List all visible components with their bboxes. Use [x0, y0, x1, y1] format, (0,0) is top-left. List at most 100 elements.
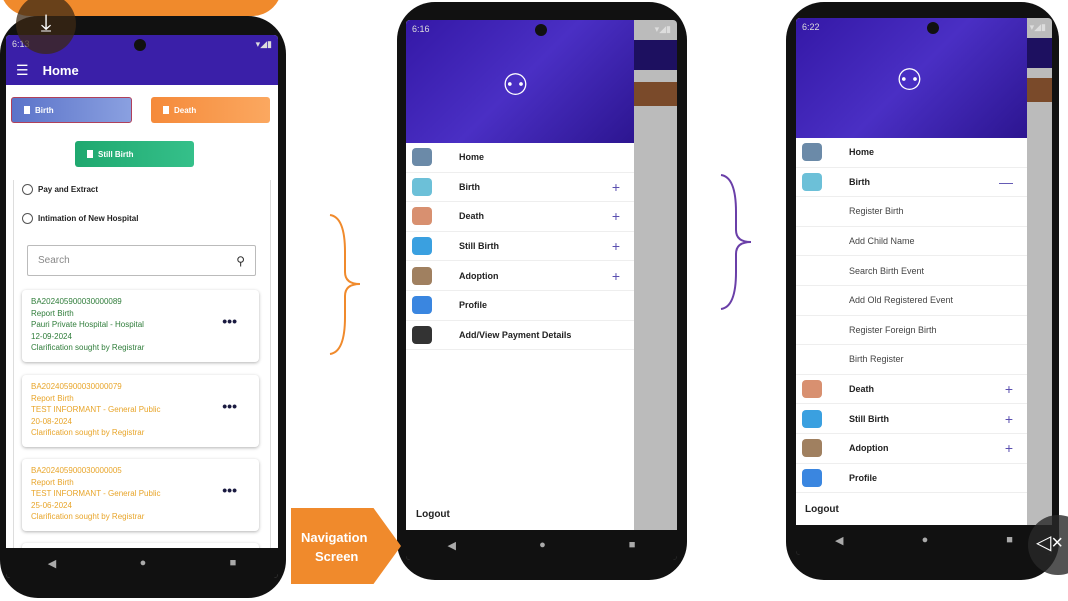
recents-icon[interactable]: ■: [1006, 534, 1013, 546]
drawer-item-label: Add Child Name: [849, 236, 915, 247]
birth-button[interactable]: Birth: [11, 97, 132, 123]
back-icon[interactable]: ◀: [835, 534, 843, 547]
baby-icon: [412, 177, 432, 196]
drawer-item[interactable]: Register Birth: [796, 197, 1027, 227]
expand-icon[interactable]: +: [612, 268, 620, 284]
logout-button[interactable]: Logout: [805, 504, 839, 515]
drawer-item-label: Home: [459, 152, 485, 163]
drawer-item[interactable]: Death +: [796, 375, 1027, 405]
drawer-item[interactable]: Profile: [796, 464, 1027, 494]
recents-icon[interactable]: ■: [629, 539, 636, 551]
feet-icon: [802, 380, 822, 399]
record-card[interactable]: BA202405900030000089 Report Birth Pauri Pr…: [22, 290, 259, 362]
drawer-item[interactable]: Still Birth +: [406, 232, 634, 262]
status-icons: ▾◢▮: [654, 24, 671, 34]
brace-orange: [329, 214, 361, 355]
drawer-item[interactable]: Still Birth +: [796, 404, 1027, 434]
home-monitor-icon: [802, 143, 822, 162]
more-icon[interactable]: •••: [222, 483, 237, 496]
drawer-item[interactable]: Add Old Registered Event: [796, 286, 1027, 316]
drawer-item-label: Profile: [459, 300, 488, 311]
drawer-item[interactable]: Home: [796, 138, 1027, 168]
adoption-icon: [412, 266, 432, 285]
user-avatar-icon[interactable]: ⚇: [896, 63, 923, 98]
document-icon: [24, 106, 30, 114]
home-nav-icon[interactable]: ●: [922, 534, 929, 546]
expand-icon[interactable]: +: [1005, 411, 1013, 427]
brace-purple: [720, 174, 752, 310]
expand-icon[interactable]: +: [612, 238, 620, 254]
drawer-item-label: Birth Register: [849, 354, 904, 365]
drawer-item[interactable]: Register Foreign Birth: [796, 316, 1027, 346]
drawer-item-label: Still Birth: [459, 241, 499, 252]
drawer-item[interactable]: Adoption +: [796, 434, 1027, 464]
drawer-item[interactable]: Profile: [406, 291, 634, 321]
expand-icon[interactable]: +: [612, 208, 620, 224]
still-birth-icon: [412, 237, 432, 256]
drawer-item-label: Register Foreign Birth: [849, 324, 937, 335]
radio-pay-and-extract[interactable]: Pay and Extract: [22, 184, 98, 195]
navigation-screen-callout: Navigation Screen: [291, 508, 401, 584]
still-birth-icon: [802, 409, 822, 428]
drawer-item[interactable]: Home: [406, 143, 634, 173]
search-input[interactable]: Search ⚲: [27, 245, 256, 276]
drawer-item-label: Birth: [459, 181, 480, 192]
page-title: Home: [42, 62, 79, 78]
nav-drawer: ⚇ Home Birth — Register Birth Add Child Name…: [796, 18, 1027, 525]
drawer-item[interactable]: Death +: [406, 202, 634, 232]
payment-icon: [412, 325, 432, 344]
back-icon[interactable]: ◀: [448, 539, 456, 552]
drawer-item[interactable]: Birth —: [796, 168, 1027, 198]
drawer-item[interactable]: Adoption +: [406, 261, 634, 291]
profile-icon: [802, 468, 822, 487]
document-icon: [163, 106, 169, 114]
drawer-item-label: Profile: [849, 472, 878, 483]
baby-icon: [802, 172, 822, 191]
drawer-item-label: Adoption: [849, 443, 889, 454]
feet-icon: [412, 207, 432, 226]
home-nav-icon[interactable]: ●: [140, 557, 147, 569]
drawer-item[interactable]: Birth +: [406, 173, 634, 203]
death-button[interactable]: Death: [151, 97, 270, 123]
drawer-item-label: Death: [459, 211, 485, 222]
search-icon[interactable]: ⚲: [236, 254, 245, 268]
profile-icon: [412, 296, 432, 315]
adoption-icon: [802, 439, 822, 458]
expand-icon[interactable]: +: [1005, 440, 1013, 456]
drawer-item[interactable]: Add Child Name: [796, 227, 1027, 257]
record-card[interactable]: BA202405900030000079 Report Birth TEST INF…: [22, 375, 259, 447]
logout-button[interactable]: Logout: [416, 509, 450, 520]
expand-icon[interactable]: +: [1005, 381, 1013, 397]
back-icon[interactable]: ◀: [48, 557, 56, 570]
drawer-item-label: Death: [849, 384, 875, 395]
status-time: 6:22: [802, 22, 820, 32]
home-monitor-icon: [412, 148, 432, 167]
home-nav-icon[interactable]: ●: [539, 539, 546, 551]
document-icon: [87, 150, 93, 158]
drawer-item-label: Adoption: [459, 270, 499, 281]
drawer-item[interactable]: Birth Register: [796, 345, 1027, 375]
status-icons: ▾◢▮: [1029, 22, 1046, 32]
still-birth-button[interactable]: Still Birth: [75, 141, 194, 167]
record-card[interactable]: BA202405900030000005 Report Birth TEST INF…: [22, 459, 259, 531]
drawer-item-label: Add Old Registered Event: [849, 295, 954, 306]
collapse-icon[interactable]: —: [999, 174, 1013, 190]
expand-icon[interactable]: +: [612, 179, 620, 195]
drawer-item-label: Birth: [849, 176, 870, 187]
recents-icon[interactable]: ■: [230, 557, 237, 569]
status-time: 6:16: [412, 24, 430, 34]
drawer-item-label: Home: [849, 147, 875, 158]
user-avatar-icon[interactable]: ⚇: [502, 68, 529, 103]
home-screen: 6:13 ▾◢▮ ☰ Home Birth Death Still Birth P…: [6, 35, 278, 578]
more-icon[interactable]: •••: [222, 399, 237, 412]
more-icon[interactable]: •••: [222, 314, 237, 327]
drawer-item-label: Search Birth Event: [849, 265, 925, 276]
drawer-item[interactable]: Add/View Payment Details: [406, 321, 634, 351]
drawer-item[interactable]: Search Birth Event: [796, 256, 1027, 286]
radio-intimation-new-hospital[interactable]: Intimation of New Hospital: [22, 213, 138, 224]
app-bar: ☰ Home: [6, 55, 278, 85]
menu-icon[interactable]: ☰: [16, 62, 29, 79]
drawer-item-label: Register Birth: [849, 206, 904, 217]
expanded-drawer-screen: ⚇ Home Birth — Register Birth Add Child Name…: [796, 18, 1052, 555]
drawer-item-label: Still Birth: [849, 413, 889, 424]
